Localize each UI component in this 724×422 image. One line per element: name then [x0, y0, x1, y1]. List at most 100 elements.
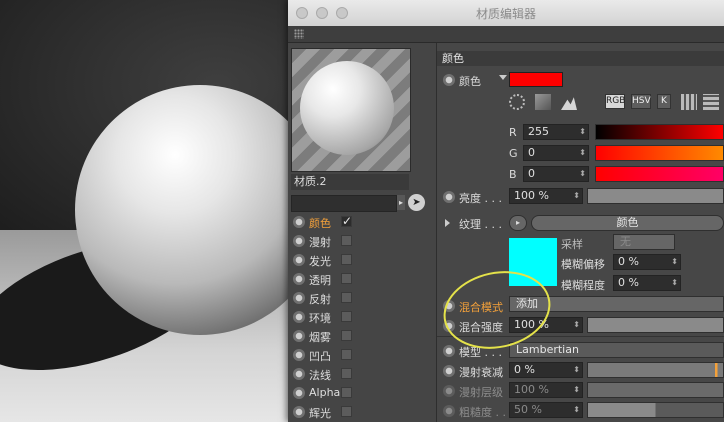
- preview-sphere: [300, 61, 394, 155]
- channel-row[interactable]: 法线: [291, 365, 433, 384]
- brightness-slider[interactable]: [587, 188, 724, 204]
- channel-row[interactable]: 透明: [291, 270, 433, 289]
- channel-checkbox[interactable]: [341, 387, 352, 398]
- b-input[interactable]: 0 ⬍: [523, 166, 589, 182]
- texture-expand-arrow-icon[interactable]: [445, 219, 450, 227]
- diffuse-falloff-stepper-icon[interactable]: ⬍: [573, 363, 580, 377]
- sampling-select[interactable]: 无: [613, 234, 675, 250]
- b-slider[interactable]: [595, 166, 724, 182]
- title-bar[interactable]: 材质编辑器: [288, 0, 724, 27]
- blend-strength-slider[interactable]: [587, 317, 724, 333]
- model-select[interactable]: Lambertian: [509, 342, 724, 358]
- channel-checkbox[interactable]: [341, 368, 352, 379]
- channel-radio[interactable]: [293, 406, 305, 418]
- material-name[interactable]: 材质.2: [291, 174, 409, 190]
- channel-radio[interactable]: [293, 235, 305, 247]
- blur-scale-stepper-icon[interactable]: ⬍: [671, 276, 678, 290]
- mode-hsv-button[interactable]: HSV: [631, 94, 651, 109]
- channel-radio[interactable]: [293, 216, 305, 228]
- blur-scale-input[interactable]: 0 % ⬍: [613, 275, 681, 291]
- diffuse-level-slider[interactable]: [587, 382, 724, 398]
- channel-row[interactable]: 环境: [291, 308, 433, 327]
- channel-row[interactable]: 漫射: [291, 232, 433, 251]
- channel-checkbox[interactable]: [341, 235, 352, 246]
- channel-row[interactable]: 烟雾: [291, 327, 433, 346]
- b-value: 0: [528, 167, 535, 180]
- channel-label: 颜色: [309, 217, 331, 230]
- brightness-value: 100 %: [514, 189, 549, 202]
- channel-radio[interactable]: [293, 292, 305, 304]
- color-mixer-icon[interactable]: [681, 94, 697, 110]
- color-dropdown-arrow-icon[interactable]: [499, 75, 507, 80]
- grip-icon[interactable]: [294, 29, 304, 39]
- model-value: Lambertian: [516, 343, 579, 356]
- blur-offset-input[interactable]: 0 % ⬍: [613, 254, 681, 270]
- image-icon[interactable]: [561, 97, 577, 110]
- g-stepper-icon[interactable]: ⬍: [579, 146, 586, 160]
- g-slider[interactable]: [595, 145, 724, 161]
- channel-checkbox[interactable]: [341, 254, 352, 265]
- swatches-icon[interactable]: [703, 94, 719, 110]
- brightness-radio[interactable]: [443, 191, 455, 203]
- mode-k-button[interactable]: K: [657, 94, 671, 109]
- spectrum-icon[interactable]: [535, 94, 551, 110]
- channel-checkbox[interactable]: [341, 406, 352, 417]
- channel-radio[interactable]: [293, 273, 305, 285]
- texture-button[interactable]: 颜色: [531, 215, 724, 231]
- cursor-pick-icon[interactable]: ➤: [408, 194, 425, 211]
- diffuse-falloff-label: 漫射衰减: [459, 366, 503, 379]
- mode-rgb-button[interactable]: RGB: [605, 94, 625, 109]
- channel-label: 发光: [309, 255, 331, 268]
- channel-radio[interactable]: [293, 330, 305, 342]
- channel-radio[interactable]: [293, 368, 305, 380]
- color-swatch[interactable]: [509, 72, 563, 87]
- color-wheel-icon[interactable]: [509, 94, 525, 110]
- diffuse-falloff-radio[interactable]: [443, 365, 455, 377]
- channel-row[interactable]: 辉光: [291, 403, 433, 422]
- diffuse-level-label: 漫射层级: [459, 386, 503, 399]
- r-stepper-icon[interactable]: ⬍: [579, 125, 586, 139]
- channel-radio[interactable]: [293, 254, 305, 266]
- channel-checkbox[interactable]: ✓: [341, 215, 352, 227]
- g-input[interactable]: 0 ⬍: [523, 145, 589, 161]
- roughness-input[interactable]: 50 % ⬍: [509, 402, 583, 418]
- channel-checkbox[interactable]: [341, 349, 352, 360]
- brightness-input[interactable]: 100 % ⬍: [509, 188, 583, 204]
- channel-label: 透明: [309, 274, 331, 287]
- channel-row[interactable]: 颜色 ✓: [291, 213, 433, 232]
- blend-strength-stepper-icon[interactable]: ⬍: [573, 318, 580, 332]
- roughness-stepper-icon[interactable]: ⬍: [573, 403, 580, 417]
- channel-checkbox[interactable]: [341, 292, 352, 303]
- channel-radio[interactable]: [293, 311, 305, 323]
- channel-checkbox[interactable]: [341, 273, 352, 284]
- diffuse-falloff-input[interactable]: 0 % ⬍: [509, 362, 583, 378]
- diffuse-falloff-slider[interactable]: [587, 362, 724, 378]
- channel-radio[interactable]: [293, 349, 305, 361]
- roughness-radio[interactable]: [443, 405, 455, 417]
- channel-row[interactable]: 反射: [291, 289, 433, 308]
- channel-radio[interactable]: [293, 387, 305, 399]
- material-preview[interactable]: [291, 48, 411, 172]
- r-input[interactable]: 255 ⬍: [523, 124, 589, 140]
- diffuse-level-stepper-icon[interactable]: ⬍: [573, 383, 580, 397]
- right-panel: 颜色 颜色 RGB HSV K R 255 ⬍ G 0 ⬍ B 0 ⬍ 亮度 . . …: [437, 43, 724, 422]
- channel-row[interactable]: 凹凸: [291, 346, 433, 365]
- arrow-right-icon[interactable]: ▸: [397, 195, 405, 210]
- b-stepper-icon[interactable]: ⬍: [579, 167, 586, 181]
- channel-row[interactable]: 发光: [291, 251, 433, 270]
- diffuse-level-radio[interactable]: [443, 385, 455, 397]
- texture-menu-arrow-icon[interactable]: ▸: [509, 215, 527, 231]
- brightness-stepper-icon[interactable]: ⬍: [573, 189, 580, 203]
- channel-checkbox[interactable]: [341, 311, 352, 322]
- r-slider[interactable]: [595, 124, 724, 140]
- material-editor-window: 材质编辑器 材质.2 ▸ ➤ 颜色 ✓ 漫射发光透明反射 环境 烟雾 凹凸 法线 Alpha 辉…: [288, 0, 724, 422]
- channel-row[interactable]: Alpha: [291, 384, 433, 403]
- channel-checkbox[interactable]: [341, 330, 352, 341]
- color-radio[interactable]: [443, 74, 455, 86]
- blur-offset-stepper-icon[interactable]: ⬍: [671, 255, 678, 269]
- roughness-slider[interactable]: [587, 402, 724, 418]
- diffuse-level-input[interactable]: 100 % ⬍: [509, 382, 583, 398]
- roughness-label: 粗糙度 . .: [459, 406, 506, 419]
- material-name-field[interactable]: [291, 195, 397, 212]
- model-radio[interactable]: [443, 345, 455, 357]
